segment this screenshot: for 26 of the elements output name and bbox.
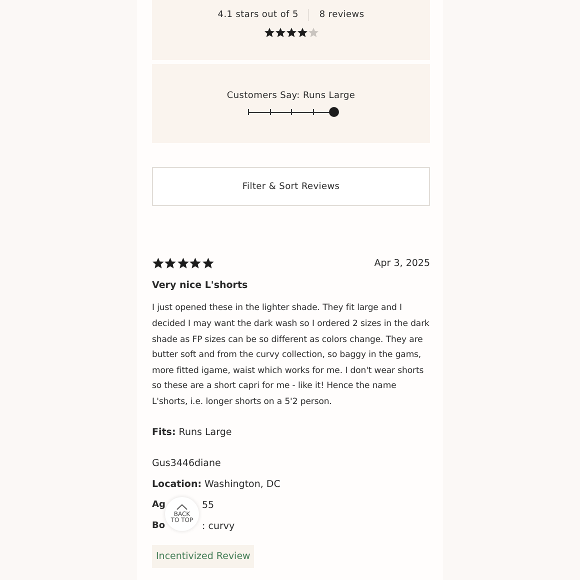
- star-icon: [152, 257, 164, 270]
- detail-value: 55: [202, 500, 214, 511]
- location-field: Location: Washington, DC: [152, 478, 430, 490]
- star-icon: [264, 27, 274, 38]
- incentivized-badge: Incentivized Review: [152, 544, 254, 568]
- review-date: Apr 3, 2025: [374, 258, 430, 269]
- star-icon: [308, 27, 318, 38]
- author-name: Gus3446diane: [152, 458, 222, 469]
- star-icon: [286, 27, 296, 38]
- review-title: Very nice L'shorts: [152, 280, 249, 292]
- chevron-up-icon: [176, 504, 188, 510]
- detail-label: Bo: [152, 520, 166, 531]
- rating-text: 4.1 stars out of 5: [218, 10, 298, 20]
- review-count: 8 reviews: [319, 10, 364, 20]
- review-body: I just opened these in the lighter shade. They fit large and I decided I may want the dark wash so I ordered 2 sizes in the dark shade as FP sizes can be so different as colors change. They are butter soft and from the curvy collection, so baggy in the gams, more fitted igame, waist which works for me. I don't wear shorts so these are a short capri for me - like it! Hence the name L'shorts, i.e. longer shorts on a 5'2 person.: [152, 302, 430, 409]
- star-icon: [176, 257, 190, 270]
- detail-label: Ag: [152, 500, 166, 510]
- fit-field: Fits: Runs Large: [152, 426, 430, 438]
- detail-value: : curvy: [202, 520, 235, 532]
- fit-label: Customers Say: Runs Large: [226, 91, 356, 101]
- star-icon: [202, 257, 214, 270]
- star-icon: [189, 257, 202, 270]
- star-icon: [274, 27, 286, 38]
- star-icon: [296, 27, 308, 38]
- filter-sort-button[interactable]: Filter & Sort Reviews: [152, 167, 430, 206]
- star-icon: [164, 257, 177, 270]
